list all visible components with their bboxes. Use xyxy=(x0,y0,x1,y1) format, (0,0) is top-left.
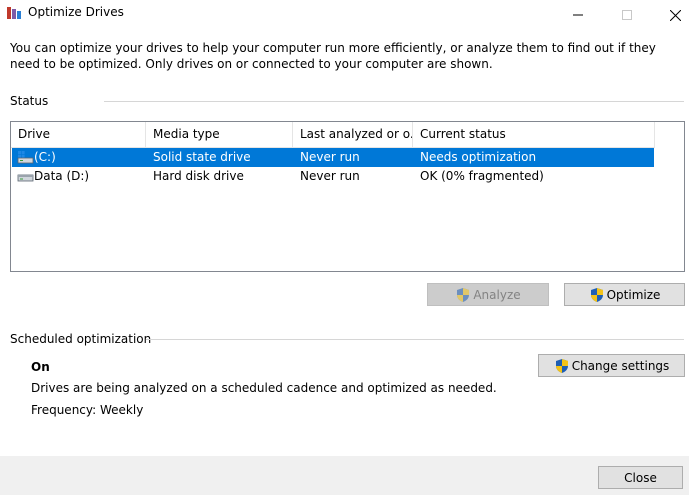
drive-media-type: Hard disk drive xyxy=(153,169,244,183)
drive-current-status: OK (0% fragmented) xyxy=(420,169,544,183)
status-section-label: Status xyxy=(10,94,49,108)
close-button[interactable]: Close xyxy=(598,466,683,489)
column-header-media-type[interactable]: Media type xyxy=(146,122,293,147)
footer-bar: Close xyxy=(0,456,689,495)
maximize-button xyxy=(604,0,650,30)
optimize-label: Optimize xyxy=(606,287,661,302)
drive-current-status: Needs optimization xyxy=(420,150,537,164)
scheduled-divider xyxy=(146,339,684,340)
description-text: You can optimize your drives to help you… xyxy=(10,41,656,71)
drive-name: (C:) xyxy=(34,150,56,164)
minimize-icon xyxy=(573,14,583,16)
scheduled-frequency: Frequency: Weekly xyxy=(31,403,144,417)
close-icon xyxy=(669,9,681,21)
drive-media-type: Solid state drive xyxy=(153,150,251,164)
drive-last-analyzed: Never run xyxy=(300,169,360,183)
maximize-icon xyxy=(622,10,632,20)
optimize-drives-app-icon xyxy=(7,7,21,19)
title-bar: Optimize Drives xyxy=(0,0,689,30)
drive-name: Data (D:) xyxy=(34,169,90,183)
close-window-button[interactable] xyxy=(652,0,689,30)
shield-icon xyxy=(590,287,603,302)
drive-row-d[interactable]: Data (D:) Hard disk drive Never run OK (… xyxy=(12,167,654,186)
hard-disk-icon xyxy=(17,174,34,182)
minimize-button[interactable] xyxy=(555,0,601,30)
scheduled-status: On xyxy=(31,360,50,374)
close-label: Close xyxy=(624,470,657,485)
window-title: Optimize Drives xyxy=(28,5,124,19)
change-settings-button[interactable]: Change settings xyxy=(538,354,685,377)
optimize-button[interactable]: Optimize xyxy=(564,283,685,306)
drive-row-c[interactable]: (C:) Solid state drive Never run Needs o… xyxy=(12,148,654,167)
drives-list[interactable]: Drive Media type Last analyzed or o... C… xyxy=(10,121,685,272)
analyze-button[interactable]: Analyze xyxy=(427,283,549,306)
shield-icon xyxy=(457,287,470,302)
analyze-label: Analyze xyxy=(473,287,521,302)
status-divider xyxy=(104,101,684,102)
change-settings-label: Change settings xyxy=(571,358,670,373)
shield-icon xyxy=(555,358,568,373)
column-header-drive[interactable]: Drive xyxy=(11,122,146,147)
scheduled-section-label: Scheduled optimization xyxy=(10,332,152,346)
column-header-current-status[interactable]: Current status xyxy=(413,122,655,147)
column-header-last-analyzed[interactable]: Last analyzed or o... xyxy=(293,122,413,147)
windows-drive-icon xyxy=(17,151,34,164)
drive-last-analyzed: Never run xyxy=(300,150,360,164)
scheduled-description: Drives are being analyzed on a scheduled… xyxy=(31,381,497,395)
drives-list-header: Drive Media type Last analyzed or o... C… xyxy=(11,122,655,148)
